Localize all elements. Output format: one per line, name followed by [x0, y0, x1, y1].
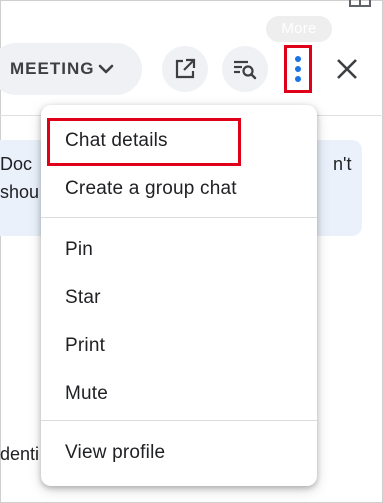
meeting-dropdown-button[interactable]: MEETING: [0, 43, 142, 95]
menu-item-star[interactable]: Star: [41, 275, 317, 321]
menu-item-view-profile[interactable]: View profile: [41, 430, 317, 476]
menu-item-pin[interactable]: Pin: [41, 227, 317, 273]
more-tooltip: More: [266, 16, 332, 42]
menu-item-mute[interactable]: Mute: [41, 371, 317, 417]
message-text-fragment: shou: [0, 182, 40, 202]
open-in-new-window-button[interactable]: [162, 46, 208, 92]
meeting-label: MEETING: [10, 59, 95, 78]
more-vert-icon: [295, 56, 301, 82]
message-text-fragment: Doc: [0, 154, 33, 174]
more-options-button[interactable]: [284, 45, 312, 93]
close-icon: [337, 59, 357, 79]
close-button[interactable]: [328, 50, 366, 88]
open-in-new-icon: [175, 58, 196, 79]
message-text-fragment: denti: [0, 444, 40, 464]
search-in-chat-button[interactable]: [222, 46, 268, 92]
menu-item-create-group-chat[interactable]: Create a group chat: [41, 166, 317, 212]
chevron-down-icon: [98, 64, 114, 74]
menu-item-print[interactable]: Print: [41, 323, 317, 369]
search-in-chat-icon: [234, 60, 257, 80]
chat-details-highlight: [47, 118, 241, 166]
window-corner-icon: [349, 0, 371, 7]
message-text-fragment: n't: [333, 154, 352, 174]
menu-divider: [41, 420, 317, 421]
menu-divider: [41, 217, 317, 218]
